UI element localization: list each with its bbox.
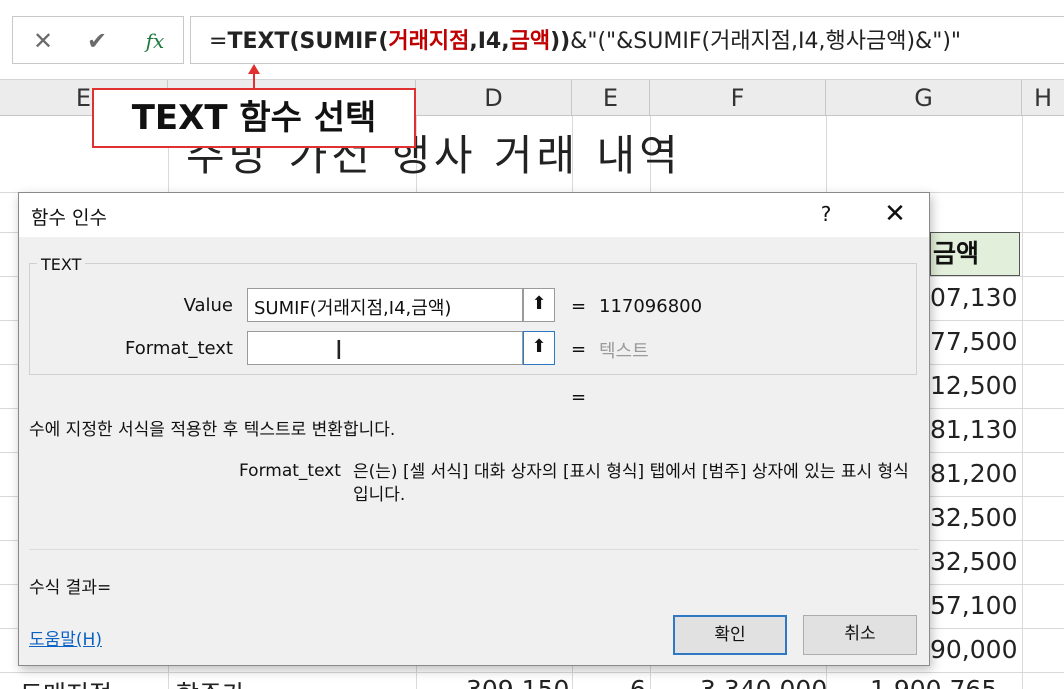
cancel-button[interactable]: 취소 <box>803 615 917 655</box>
help-link[interactable]: 도움말(H) <box>29 625 102 650</box>
formula-open: (SUMIF( <box>289 29 389 54</box>
table-cell[interactable]: 1,900,765 <box>870 675 997 689</box>
dialog-title: 함수 인수 <box>31 207 107 229</box>
value-arg-input[interactable]: SUMIF(거래지점,I4,금액) <box>247 288 523 322</box>
table-cell[interactable]: 도매지점 <box>20 675 112 689</box>
table-cell[interactable]: 합주가 <box>176 675 245 689</box>
dialog-titlebar[interactable]: 함수 인수 ? ✕ <box>19 193 929 237</box>
format-text-arg-label: Format_text <box>125 338 233 359</box>
formula-close: )) <box>550 29 571 54</box>
value-arg-equals: = <box>571 296 587 317</box>
formula-controls: ✕ ✔ fx <box>12 16 184 64</box>
insert-function-icon[interactable]: fx <box>137 25 173 57</box>
amount-cell[interactable]: 57,100 <box>930 584 1022 628</box>
formula-rest: &"("&SUMIF(거래지점,I4,행사금액)&")" <box>570 29 962 54</box>
formula-arg-range: 거래지점 <box>388 29 470 54</box>
collapse-dialog-icon[interactable]: ⬆ <box>523 288 555 322</box>
gridline <box>1022 116 1023 689</box>
amount-cell[interactable]: 07,130 <box>930 276 1022 320</box>
formula-arg-sum: 금액 <box>509 29 551 54</box>
format-text-arg-result: 텍스트 <box>599 341 649 362</box>
format-text-arg-equals: = <box>571 339 587 360</box>
formula-result-label: 수식 결과= <box>29 578 112 598</box>
column-header[interactable]: H <box>1022 80 1064 116</box>
cancel-entry-icon[interactable]: ✕ <box>25 25 61 57</box>
value-arg-label: Value <box>183 295 233 316</box>
amount-cell[interactable]: 32,500 <box>930 496 1022 540</box>
formula-prefix: = <box>209 29 228 54</box>
table-cell[interactable]: 309,150 <box>466 675 569 689</box>
function-result-equals: = <box>571 387 587 408</box>
formula-arg-mid: ,I4, <box>469 29 510 54</box>
amount-cell[interactable]: 77,500 <box>930 320 1022 364</box>
callout-arrow-line <box>253 70 255 90</box>
value-arg-result: 117096800 <box>599 296 703 317</box>
amount-header-cell[interactable]: 금액 <box>930 232 1020 276</box>
column-header[interactable]: F <box>650 80 826 116</box>
column-header[interactable]: D <box>416 80 572 116</box>
divider <box>29 549 919 550</box>
ok-button[interactable]: 확인 <box>673 615 787 655</box>
confirm-entry-icon[interactable]: ✔ <box>79 25 115 57</box>
callout-label: TEXT 함수 선택 <box>92 88 416 148</box>
amount-cell[interactable]: 81,200 <box>930 452 1022 496</box>
formula-input[interactable]: =TEXT(SUMIF(거래지점,I4,금액))&"("&SUMIF(거래지점,… <box>190 16 1064 64</box>
table-row: 도매지점 합주가 309,150 6 3,340,000 1,900,765 <box>0 675 1064 689</box>
function-arguments-dialog: 함수 인수 ? ✕ TEXT Value SUMIF(거래지점,I4,금액) ⬆… <box>18 192 930 666</box>
formula-bar: ✕ ✔ fx =TEXT(SUMIF(거래지점,I4,금액))&"("&SUMI… <box>0 0 1064 80</box>
function-name-label: TEXT <box>37 255 86 274</box>
amount-cell[interactable]: 90,000 <box>930 628 1022 672</box>
amount-cell[interactable]: 32,500 <box>930 540 1022 584</box>
table-cell[interactable]: 3,340,000 <box>700 675 827 689</box>
column-header[interactable]: E <box>572 80 650 116</box>
argument-help-text: 은(는) [셀 서식] 대화 상자의 [표시 형식] 탭에서 [범주] 상자에 … <box>353 462 909 505</box>
help-icon[interactable]: ? <box>811 199 841 229</box>
function-description: 수에 지정한 서식을 적용한 후 텍스트로 변환합니다. <box>29 420 396 440</box>
text-cursor-icon: I <box>335 336 343 366</box>
formula-function-name: TEXT <box>227 29 290 54</box>
amount-cell[interactable]: 81,130 <box>930 408 1022 452</box>
format-text-arg-input[interactable] <box>247 331 523 365</box>
argument-help-name: Format_text <box>239 461 341 481</box>
amount-cell[interactable]: 12,500 <box>930 364 1022 408</box>
gridline <box>0 672 1064 673</box>
table-cell[interactable]: 6 <box>630 675 646 689</box>
column-header[interactable]: G <box>826 80 1022 116</box>
close-icon[interactable]: ✕ <box>877 197 913 231</box>
collapse-dialog-icon[interactable]: ⬆ <box>523 331 555 365</box>
